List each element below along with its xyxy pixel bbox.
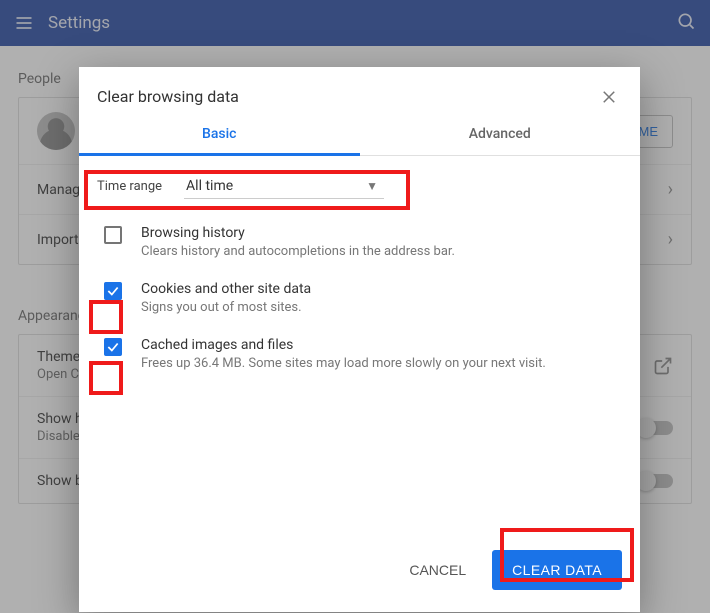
- option-sub: Signs you out of most sites.: [141, 300, 311, 315]
- option-sub: Frees up 36.4 MB. Some sites may load mo…: [141, 356, 546, 371]
- option-title: Cached images and files: [141, 337, 546, 353]
- dialog-title: Clear browsing data: [97, 87, 239, 106]
- checkbox-cached[interactable]: [104, 338, 122, 356]
- checkbox-cookies[interactable]: [104, 282, 122, 300]
- time-range-value: All time: [186, 178, 233, 194]
- dialog-tabs: Basic Advanced: [79, 112, 640, 156]
- option-cached: Cached images and files Frees up 36.4 MB…: [93, 319, 626, 375]
- time-range-row: Time range All time ▼: [93, 166, 626, 207]
- option-title: Cookies and other site data: [141, 281, 311, 297]
- close-icon[interactable]: [600, 88, 618, 106]
- caret-down-icon: ▼: [366, 179, 378, 193]
- clear-data-button[interactable]: CLEAR DATA: [492, 550, 622, 590]
- option-sub: Clears history and autocompletions in th…: [141, 244, 455, 259]
- tab-basic[interactable]: Basic: [79, 112, 360, 155]
- clear-browsing-data-dialog: Clear browsing data Basic Advanced Time …: [79, 67, 640, 612]
- time-range-select[interactable]: All time ▼: [184, 174, 384, 199]
- tab-advanced[interactable]: Advanced: [360, 112, 641, 155]
- checkbox-browsing-history[interactable]: [104, 226, 122, 244]
- option-title: Browsing history: [141, 225, 455, 241]
- option-browsing-history: Browsing history Clears history and auto…: [93, 207, 626, 263]
- option-cookies: Cookies and other site data Signs you ou…: [93, 263, 626, 319]
- cancel-button[interactable]: CANCEL: [393, 550, 482, 590]
- time-range-label: Time range: [97, 179, 162, 194]
